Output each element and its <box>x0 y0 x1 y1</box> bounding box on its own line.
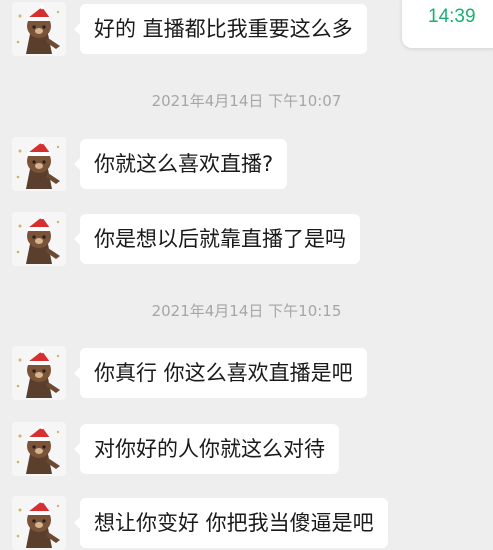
message-text: 想让你变好 你把我当傻逼是吧 <box>94 511 374 535</box>
message-text: 你真行 你这么喜欢直播是吧 <box>94 361 353 385</box>
message-bubble[interactable]: 好的 直播都比我重要这么多 <box>74 4 367 54</box>
timestamp: 2021年4月14日 下午10:07 <box>151 92 342 110</box>
message-text: 对你好的人你就这么对待 <box>94 437 325 461</box>
avatar[interactable] <box>12 2 66 56</box>
avatar[interactable] <box>12 496 66 550</box>
message-bubble[interactable]: 对你好的人你就这么对待 <box>74 424 339 474</box>
brown-bear-santa-hat-icon <box>12 137 66 191</box>
brown-bear-santa-hat-icon <box>12 422 66 476</box>
message-text: 你就这么喜欢直播? <box>94 152 274 176</box>
brown-bear-santa-hat-icon <box>12 2 66 56</box>
message-bubble[interactable]: 你就这么喜欢直播? <box>73 139 288 189</box>
message-bubble[interactable]: 想让你变好 你把我当傻逼是吧 <box>74 498 388 548</box>
avatar[interactable] <box>12 212 66 266</box>
message-bubble[interactable]: 你是想以后就靠直播了是吗 <box>74 214 360 264</box>
avatar[interactable] <box>12 346 66 400</box>
brown-bear-santa-hat-icon <box>12 346 66 400</box>
message-text: 好的 直播都比我重要这么多 <box>94 17 353 41</box>
timestamp: 2021年4月14日 下午10:15 <box>151 302 342 320</box>
status-time: 14:39 <box>428 6 476 27</box>
avatar[interactable] <box>12 422 66 476</box>
brown-bear-santa-hat-icon <box>12 496 66 550</box>
message-text: 你是想以后就靠直播了是吗 <box>94 227 346 251</box>
brown-bear-santa-hat-icon <box>12 212 66 266</box>
message-bubble[interactable]: 你真行 你这么喜欢直播是吧 <box>74 348 367 398</box>
status-time-pill: 14:39 <box>402 0 493 48</box>
avatar[interactable] <box>12 137 66 191</box>
